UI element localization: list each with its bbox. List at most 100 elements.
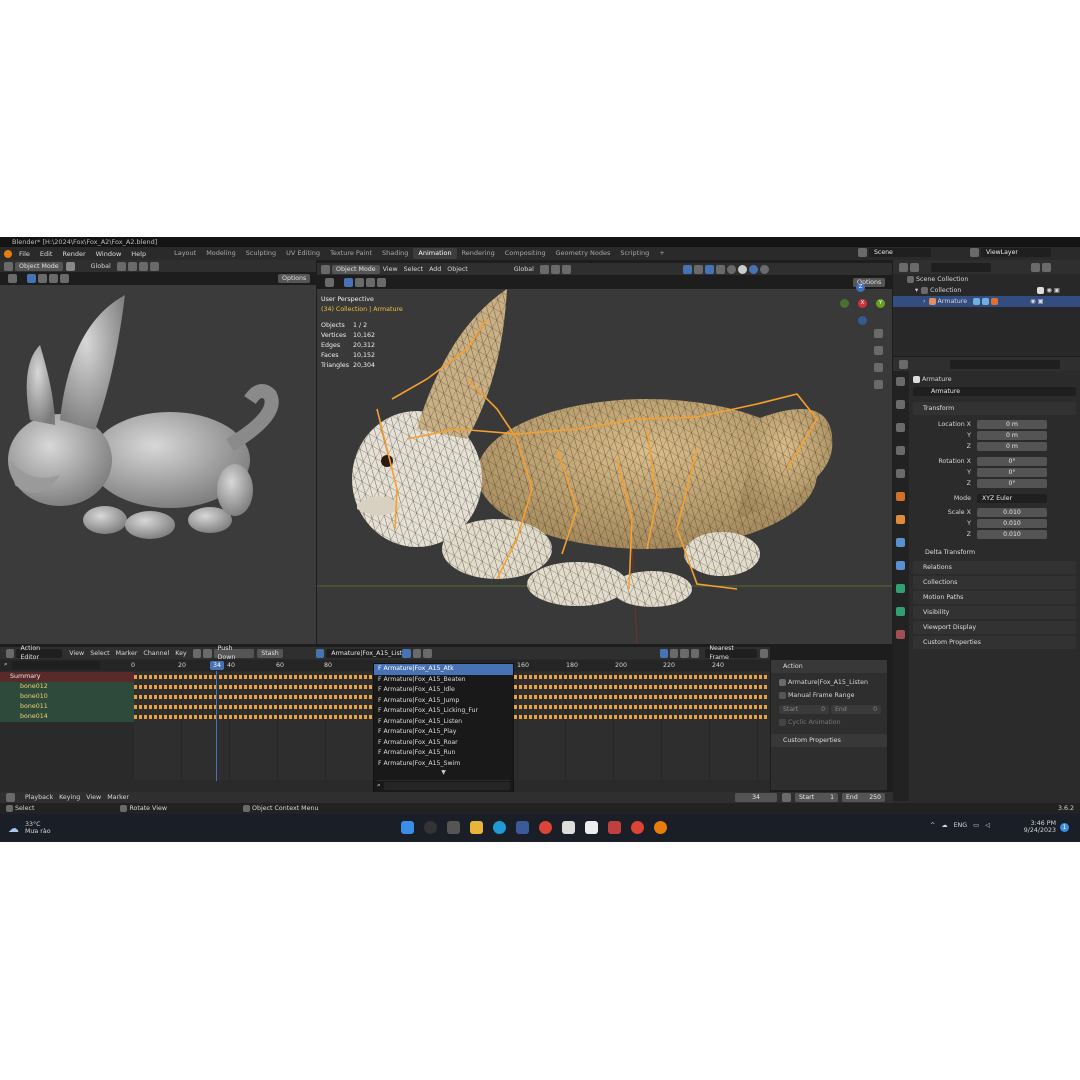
unlink-action-icon[interactable] bbox=[423, 648, 432, 658]
filter-icon[interactable] bbox=[1031, 262, 1040, 272]
snap-mode-dropdown[interactable]: Nearest Frame bbox=[705, 645, 757, 661]
location-z-field[interactable]: 0 m bbox=[977, 442, 1047, 451]
channel-bone010[interactable]: bone010 bbox=[0, 692, 134, 702]
channel-summary[interactable]: Summary bbox=[0, 672, 134, 682]
world-tab-icon[interactable] bbox=[896, 492, 905, 501]
object-name-field[interactable]: Armature bbox=[913, 387, 1076, 396]
channel-bone014[interactable]: bone014 bbox=[0, 712, 134, 722]
menu-select[interactable]: Select bbox=[90, 650, 109, 657]
scale-y-field[interactable]: 0.010 bbox=[977, 519, 1047, 528]
action-option[interactable]: F Armature|Fox_A15_Roar bbox=[374, 738, 513, 749]
tab-rendering[interactable]: Rendering bbox=[457, 248, 500, 259]
notification-badge[interactable]: 1 bbox=[1060, 823, 1069, 832]
show-hidden-icon[interactable] bbox=[670, 648, 679, 658]
camera-icon[interactable] bbox=[874, 363, 883, 372]
editor-type-icon[interactable] bbox=[321, 264, 330, 274]
windows-start-icon[interactable] bbox=[401, 821, 414, 834]
tab-uv-editing[interactable]: UV Editing bbox=[281, 248, 325, 259]
manual-range-row[interactable]: Manual Frame Range bbox=[779, 690, 887, 701]
checkbox-icon[interactable] bbox=[779, 692, 786, 699]
outliner-row-collection[interactable]: ▾ Collection ◉ ▣ bbox=[893, 285, 1080, 296]
editor-type-icon[interactable] bbox=[899, 359, 908, 369]
tray-chevron-icon[interactable]: ^ bbox=[930, 822, 935, 829]
overlay-icon[interactable] bbox=[704, 264, 714, 274]
custom-props-header[interactable]: Custom Properties bbox=[771, 734, 887, 747]
tab-sculpting[interactable]: Sculpting bbox=[241, 248, 281, 259]
action-option[interactable]: F Armature|Fox_A15_Beaten bbox=[374, 675, 513, 686]
edge-icon[interactable] bbox=[493, 821, 506, 834]
action-option[interactable]: F Armature|Fox_A15_Listen bbox=[374, 717, 513, 728]
layer-down-icon[interactable] bbox=[203, 648, 212, 658]
channel-bone012[interactable]: bone012 bbox=[0, 682, 134, 692]
texture-tab-icon[interactable] bbox=[896, 630, 905, 639]
cloud-icon[interactable]: ☁ bbox=[941, 822, 947, 829]
view-layer-field[interactable]: ViewLayer bbox=[981, 248, 1051, 257]
menu-help[interactable]: Help bbox=[126, 250, 151, 258]
file-explorer-icon[interactable] bbox=[470, 821, 483, 834]
relations-panel[interactable]: Relations bbox=[913, 561, 1076, 574]
motion-paths-panel[interactable]: Motion Paths bbox=[913, 591, 1076, 604]
menu-view[interactable]: View bbox=[86, 794, 101, 801]
shading-material-icon[interactable] bbox=[748, 264, 758, 274]
tool-tab-icon[interactable] bbox=[896, 377, 905, 386]
output-tab-icon[interactable] bbox=[896, 423, 905, 432]
rotation-z-field[interactable]: 0° bbox=[977, 479, 1047, 488]
eye-icon[interactable]: ◉ bbox=[1046, 287, 1052, 294]
gizmo-neg-z[interactable] bbox=[858, 316, 867, 325]
menu-marker[interactable]: Marker bbox=[116, 650, 138, 657]
left-transform-orientation[interactable]: Global bbox=[91, 263, 111, 270]
gizmo-z-axis[interactable]: Z bbox=[856, 283, 865, 292]
action-option[interactable]: F Armature|Fox_A15_Atk bbox=[374, 664, 513, 675]
select-invert-icon[interactable] bbox=[60, 274, 69, 283]
action-option[interactable]: F Armature|Fox_A15_Licking_Fur bbox=[374, 706, 513, 717]
gizmo-icon[interactable] bbox=[149, 261, 159, 271]
visibility-icon[interactable] bbox=[682, 264, 692, 274]
rotation-x-field[interactable]: 0° bbox=[977, 457, 1047, 466]
select-subtract-icon[interactable] bbox=[366, 277, 375, 287]
main-transform-orientation[interactable]: Global bbox=[514, 266, 534, 273]
menu-select[interactable]: Select bbox=[404, 266, 423, 273]
menu-edit[interactable]: Edit bbox=[35, 250, 58, 258]
action-name-field[interactable]: Armature|Fox_A15_Listen bbox=[326, 648, 410, 658]
current-frame-indicator[interactable]: 34 bbox=[210, 661, 224, 670]
object-tab-icon[interactable] bbox=[896, 515, 905, 524]
data-tab-icon[interactable] bbox=[896, 607, 905, 616]
editor-type-icon[interactable] bbox=[4, 261, 13, 271]
main-viewport[interactable]: User Perspective (34) Collection | Armat… bbox=[317, 283, 892, 644]
editor-mode-dropdown[interactable]: Action Editor bbox=[16, 645, 63, 661]
app-m-icon[interactable] bbox=[608, 821, 621, 834]
outliner-row-scene-collection[interactable]: Scene Collection bbox=[893, 274, 1080, 285]
scene-selector[interactable]: Scene bbox=[858, 248, 931, 257]
xray-icon[interactable] bbox=[715, 264, 725, 274]
select-extend-icon[interactable] bbox=[38, 274, 47, 283]
pivot-icon[interactable] bbox=[539, 264, 549, 274]
tab-modeling[interactable]: Modeling bbox=[201, 248, 241, 259]
action-option[interactable]: F Armature|Fox_A15_Jump bbox=[374, 696, 513, 707]
weather-widget[interactable]: ☁ 33°C Mưa rào bbox=[8, 821, 57, 835]
add-workspace-icon[interactable]: + bbox=[654, 248, 669, 259]
search-icon[interactable] bbox=[424, 821, 437, 834]
outliner-row-armature[interactable]: › Armature ◉ ▣ bbox=[893, 296, 1080, 307]
expand-icon[interactable]: ▾ bbox=[915, 287, 918, 294]
viewport-display-panel[interactable]: Viewport Display bbox=[913, 621, 1076, 634]
rotation-mode-dropdown[interactable]: XYZ Euler bbox=[977, 493, 1047, 503]
action-browse-icon[interactable] bbox=[315, 648, 325, 658]
menu-render[interactable]: Render bbox=[57, 250, 90, 258]
display-mode-icon[interactable] bbox=[910, 262, 919, 272]
snap-icon[interactable] bbox=[550, 264, 560, 274]
only-selected-icon[interactable] bbox=[659, 648, 668, 658]
action-option[interactable]: F Armature|Fox_A15_Play bbox=[374, 727, 513, 738]
play-icon[interactable] bbox=[325, 277, 334, 287]
gizmo-y-axis[interactable]: Y bbox=[876, 299, 885, 308]
view-layer-tab-icon[interactable] bbox=[896, 446, 905, 455]
view-layer-selector[interactable]: ViewLayer bbox=[970, 248, 1051, 257]
scale-z-field[interactable]: 0.010 bbox=[977, 530, 1047, 539]
transform-panel-header[interactable]: Transform bbox=[913, 402, 1076, 415]
task-view-icon[interactable] bbox=[447, 821, 460, 834]
gizmo-neg-y[interactable] bbox=[840, 299, 849, 308]
tab-scripting[interactable]: Scripting bbox=[615, 248, 654, 259]
main-mode-dropdown[interactable]: Object Mode bbox=[332, 264, 380, 274]
select-extend-icon[interactable] bbox=[355, 277, 364, 287]
start-frame-field[interactable]: Start 1 bbox=[795, 793, 838, 802]
tab-compositing[interactable]: Compositing bbox=[500, 248, 551, 259]
